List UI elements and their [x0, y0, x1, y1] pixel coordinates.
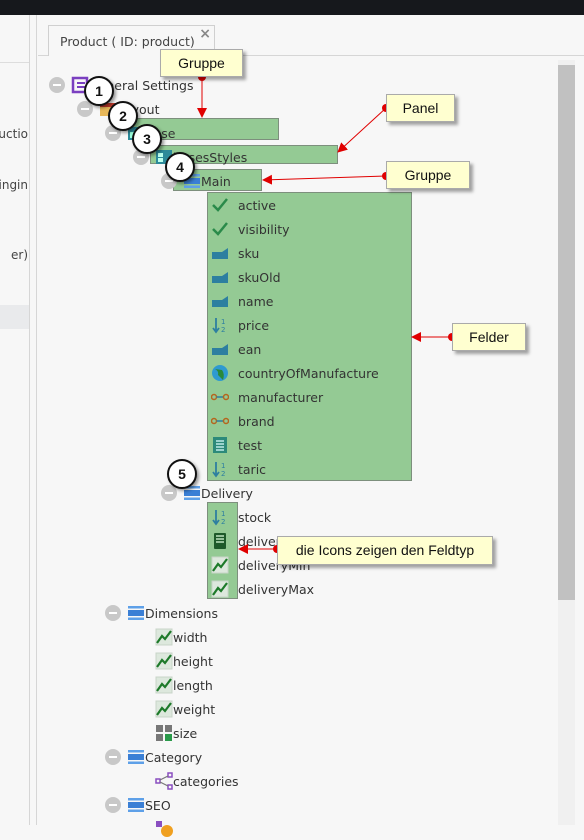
callout-felder: Felder	[452, 323, 526, 351]
step-number-2: 2	[108, 101, 138, 131]
callout-icons-field-type: die Icons zeigen den Feldtyp	[277, 536, 493, 565]
step-number-5: 5	[167, 459, 197, 489]
arrow-panel	[337, 107, 387, 153]
callout-gruppe: Gruppe	[160, 49, 243, 77]
callout-panel: Panel	[386, 94, 455, 122]
step-number-4: 4	[165, 152, 195, 182]
callout-gruppe: Gruppe	[386, 161, 470, 189]
step-number-3: 3	[132, 124, 162, 154]
step-number-1: 1	[84, 76, 114, 106]
annotation-arrows	[197, 73, 456, 554]
arrow-gruppe-2	[262, 174, 387, 185]
